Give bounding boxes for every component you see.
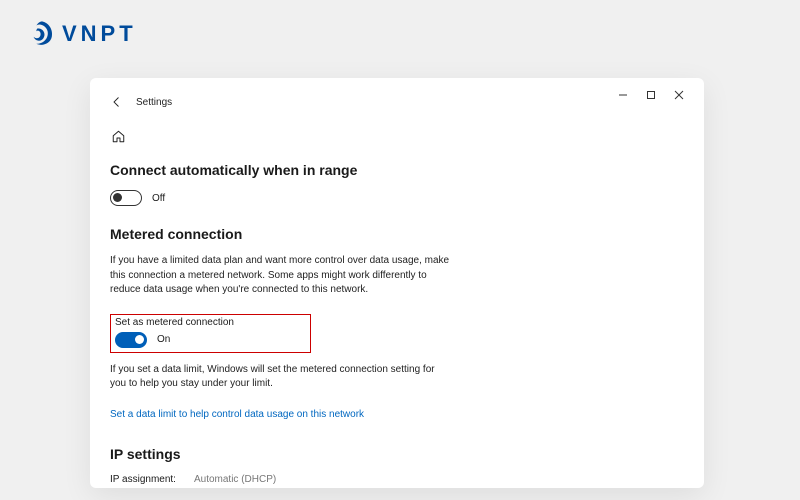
window-title: Settings bbox=[136, 97, 172, 108]
auto-connect-toggle-label: Off bbox=[152, 193, 165, 204]
home-icon[interactable] bbox=[110, 128, 126, 144]
minimize-button[interactable] bbox=[616, 88, 630, 102]
metered-highlight-box: Set as metered connection On bbox=[110, 314, 311, 353]
vnpt-swirl-icon bbox=[28, 20, 56, 48]
vnpt-brand: VNPT bbox=[28, 20, 137, 48]
metered-description: If you have a limited data plan and want… bbox=[110, 254, 450, 298]
close-button[interactable] bbox=[672, 88, 686, 102]
ip-assignment-key: IP assignment: bbox=[110, 474, 176, 485]
metered-toggle-label: On bbox=[157, 334, 170, 345]
settings-window: Settings Connect automatically when in r… bbox=[90, 78, 704, 488]
metered-heading: Metered connection bbox=[110, 226, 684, 242]
back-button[interactable] bbox=[110, 95, 124, 109]
data-limit-note: If you set a data limit, Windows will se… bbox=[110, 363, 450, 392]
ip-assignment-value: Automatic (DHCP) bbox=[194, 474, 276, 485]
set-data-limit-link[interactable]: Set a data limit to help control data us… bbox=[110, 409, 364, 420]
vnpt-wordmark: VNPT bbox=[62, 21, 137, 47]
set-metered-label: Set as metered connection bbox=[115, 317, 234, 328]
auto-connect-toggle[interactable] bbox=[110, 190, 142, 206]
titlebar: Settings bbox=[110, 90, 684, 114]
auto-connect-heading: Connect automatically when in range bbox=[110, 162, 684, 178]
ip-settings-heading: IP settings bbox=[110, 446, 684, 462]
ip-assignment-row: IP assignment: Automatic (DHCP) bbox=[110, 474, 684, 485]
metered-toggle[interactable] bbox=[115, 332, 147, 348]
maximize-button[interactable] bbox=[644, 88, 658, 102]
